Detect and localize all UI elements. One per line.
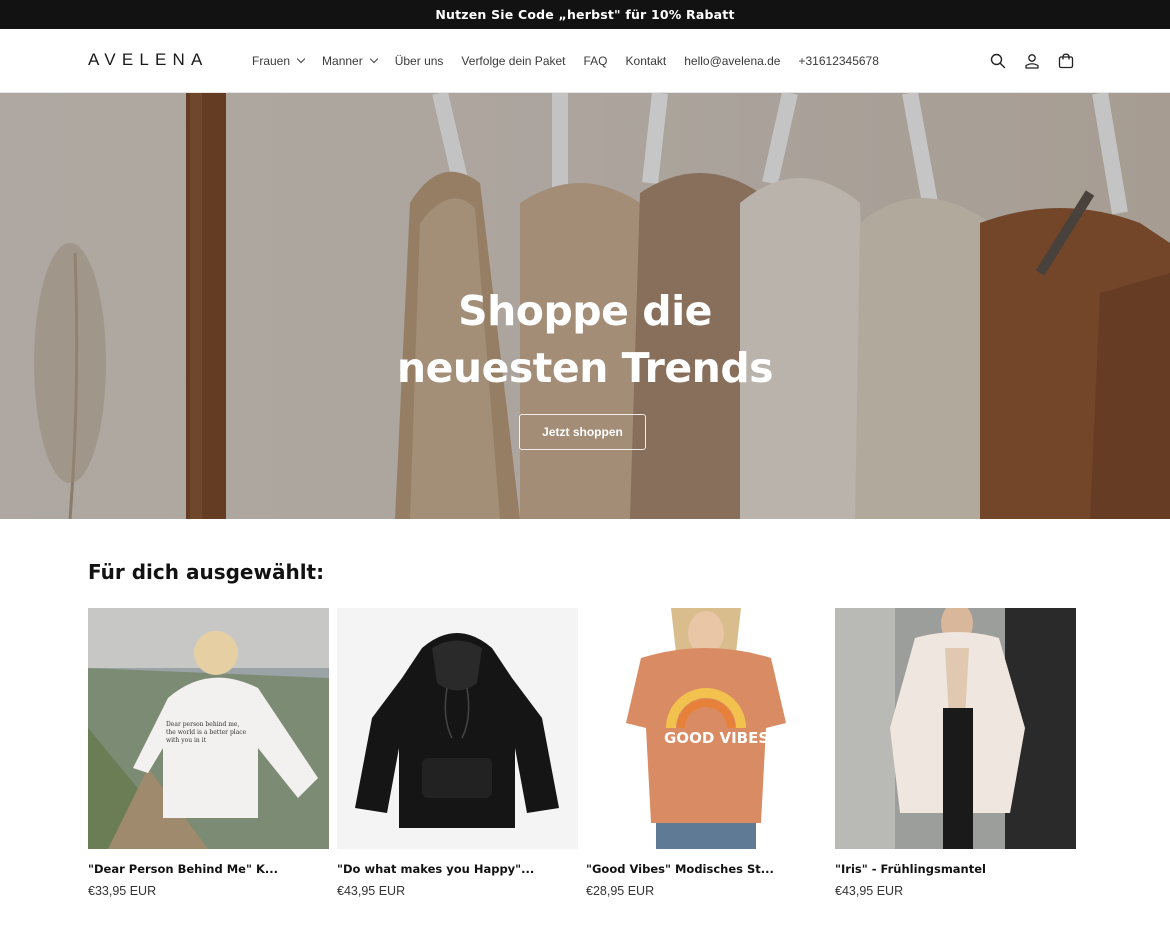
- product-card[interactable]: "Iris" - Frühlingsmantel €43,95 EUR: [835, 608, 1076, 898]
- product-price: €28,95 EUR: [586, 884, 655, 898]
- logo[interactable]: AVELENA: [88, 50, 209, 70]
- cart-icon[interactable]: [1058, 53, 1074, 69]
- nav-item-label: Verfolge dein Paket: [461, 54, 566, 68]
- hero-banner: Shoppe die neuesten Trends Jetzt shoppen: [0, 93, 1170, 519]
- product-price: €43,95 EUR: [835, 884, 904, 898]
- announcement-bar: Nutzen Sie Code „herbst" für 10% Rabatt: [0, 0, 1170, 29]
- product-price: €43,95 EUR: [337, 884, 406, 898]
- nav-item-ueber-uns[interactable]: Über uns: [395, 54, 444, 68]
- chevron-down-icon: [369, 54, 378, 64]
- nav-item-phone[interactable]: +31612345678: [798, 54, 878, 68]
- hero-title-line1: Shoppe die: [458, 287, 712, 335]
- svg-text:Dear person behind me,: Dear person behind me,: [166, 721, 239, 728]
- nav-item-faq[interactable]: FAQ: [584, 54, 608, 68]
- product-card[interactable]: GOOD VIBES "Good Vibes" Modisches St... …: [586, 608, 827, 898]
- hero-title: Shoppe die neuesten Trends: [0, 283, 1170, 397]
- nav-item-kontakt[interactable]: Kontakt: [626, 54, 667, 68]
- svg-text:GOOD VIBES: GOOD VIBES: [664, 729, 769, 747]
- product-grid: Dear person behind me, the world is a be…: [88, 608, 1076, 898]
- product-title[interactable]: "Iris" - Frühlingsmantel: [835, 862, 1076, 876]
- main-nav: Frauen Manner Über uns Verfolge dein Pak…: [252, 29, 897, 93]
- svg-text:the world is a better place: the world is a better place: [166, 729, 247, 736]
- product-price: €33,95 EUR: [88, 884, 157, 898]
- chevron-down-icon: [296, 54, 306, 64]
- nav-item-email[interactable]: hello@avelena.de: [684, 54, 780, 68]
- nav-item-label: hello@avelena.de: [684, 54, 781, 68]
- search-icon[interactable]: [990, 53, 1006, 69]
- announcement-text: Nutzen Sie Code „herbst" für 10% Rabatt: [435, 7, 735, 22]
- featured-section-title: Für dich ausgewählt:: [88, 560, 325, 584]
- product-image[interactable]: [835, 608, 1076, 849]
- hero-title-line2: neuesten Trends: [396, 344, 774, 392]
- site-header: AVELENA Frauen Manner Über uns Verfolge …: [0, 29, 1170, 93]
- product-card[interactable]: "Do what makes you Happy"... €43,95 EUR: [337, 608, 578, 898]
- nav-item-manner[interactable]: Manner: [322, 54, 378, 68]
- product-card[interactable]: Dear person behind me, the world is a be…: [88, 608, 329, 898]
- shop-now-button[interactable]: Jetzt shoppen: [519, 414, 646, 450]
- product-title[interactable]: "Dear Person Behind Me" K...: [88, 862, 329, 876]
- nav-item-label: FAQ: [583, 54, 608, 68]
- header-icons: [990, 29, 1074, 93]
- account-icon[interactable]: [1024, 53, 1040, 69]
- product-image[interactable]: GOOD VIBES: [586, 608, 827, 849]
- nav-item-track-package[interactable]: Verfolge dein Paket: [461, 54, 565, 68]
- nav-item-label: Über uns: [394, 54, 444, 68]
- nav-item-label: Frauen: [252, 54, 291, 68]
- product-title[interactable]: "Do what makes you Happy"...: [337, 862, 578, 876]
- product-image[interactable]: Dear person behind me, the world is a be…: [88, 608, 329, 849]
- nav-item-label: Manner: [322, 54, 363, 68]
- nav-item-label: +31612345678: [798, 54, 879, 68]
- product-image[interactable]: [337, 608, 578, 849]
- nav-item-label: Kontakt: [625, 54, 667, 68]
- svg-text:with you in it: with you in it: [166, 737, 207, 744]
- product-title[interactable]: "Good Vibes" Modisches St...: [586, 862, 827, 876]
- nav-item-frauen[interactable]: Frauen: [252, 54, 306, 68]
